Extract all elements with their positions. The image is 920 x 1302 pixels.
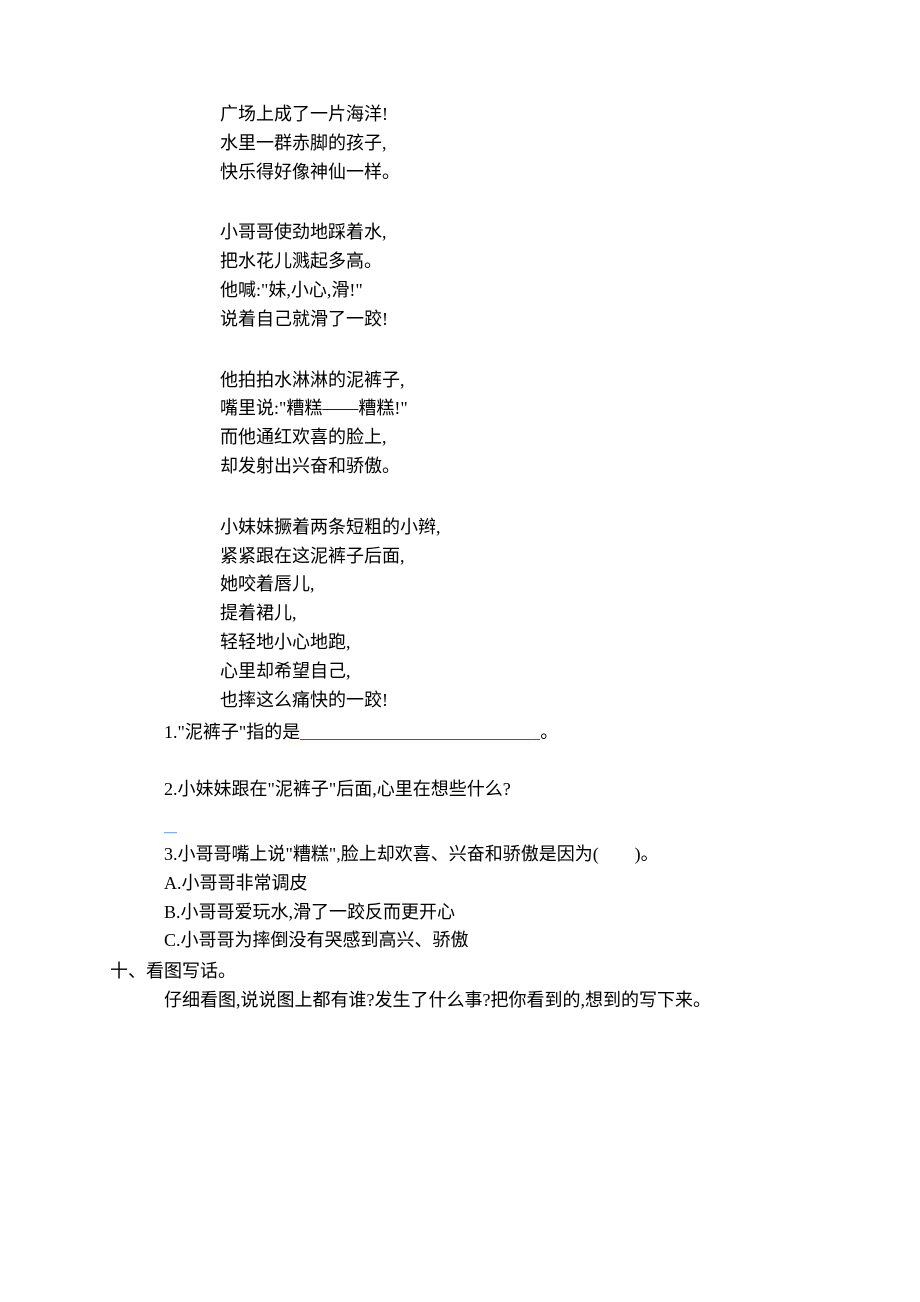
poem-line: 小哥哥使劲地踩着水, (220, 218, 850, 247)
poem-line: 广场上成了一片海洋! (220, 100, 850, 129)
question-3: 3.小哥哥嘴上说"糟糕",脸上却欢喜、兴奋和骄傲是因为( )。 (164, 840, 850, 869)
poem-stanza-1: 广场上成了一片海洋! 水里一群赤脚的孩子, 快乐得好像神仙一样。 (220, 100, 850, 186)
poem-line: 他拍拍水淋淋的泥裤子, (220, 366, 850, 395)
poem-line: 快乐得好像神仙一样。 (220, 158, 850, 187)
option-c: C.小哥哥为摔倒没有哭感到高兴、骄傲 (164, 926, 850, 955)
stanza-gap (70, 485, 850, 513)
poem-line: 嘴里说:"糟糕——糟糕!" (220, 394, 850, 423)
poem-stanza-2: 小哥哥使劲地踩着水, 把水花儿溅起多高。 他喊:"妹,小心,滑!" 说着自己就滑… (220, 218, 850, 333)
question-1-post: 。 (540, 722, 558, 742)
poem-line: 心里却希望自己, (220, 657, 850, 686)
poem-stanza-3: 他拍拍水淋淋的泥裤子, 嘴里说:"糟糕——糟糕!" 而他通红欢喜的脸上, 却发射… (220, 366, 850, 481)
question-1-pre: 1."泥裤子"指的是 (164, 722, 300, 742)
poem-line: 水里一群赤脚的孩子, (220, 129, 850, 158)
fill-blank[interactable] (300, 721, 540, 740)
poem-line: 而他通红欢喜的脸上, (220, 423, 850, 452)
poem-line: 也摔这么痛快的一跤! (220, 686, 850, 715)
poem-line: 他喊:"妹,小心,滑!" (220, 276, 850, 305)
poem-line: 她咬着唇儿, (220, 570, 850, 599)
poem-line: 说着自己就滑了一跤! (220, 305, 850, 334)
poem-line: 提着裙儿, (220, 599, 850, 628)
option-a: A.小哥哥非常调皮 (164, 869, 850, 898)
section-10-body: 仔细看图,说说图上都有谁?发生了什么事?把你看到的,想到的写下来。 (164, 986, 850, 1015)
poem-line: 却发射出兴奋和骄傲。 (220, 452, 850, 481)
poem-line: 紧紧跟在这泥裤子后面, (220, 542, 850, 571)
answer-line-marker: — (164, 822, 850, 836)
poem-line: 轻轻地小心地跑, (220, 628, 850, 657)
stanza-gap (70, 338, 850, 366)
stanza-gap (70, 190, 850, 218)
poem-line: 把水花儿溅起多高。 (220, 247, 850, 276)
question-1: 1."泥裤子"指的是 。 (164, 718, 850, 747)
question-2: 2.小妹妹跟在"泥裤子"后面,心里在想些什么? (164, 775, 850, 804)
option-b: B.小哥哥爱玩水,滑了一跤反而更开心 (164, 898, 850, 927)
poem-stanza-4: 小妹妹撅着两条短粗的小辫, 紧紧跟在这泥裤子后面, 她咬着唇儿, 提着裙儿, 轻… (220, 513, 850, 715)
section-10-title: 十、看图写话。 (110, 957, 850, 986)
poem-line: 小妹妹撅着两条短粗的小辫, (220, 513, 850, 542)
